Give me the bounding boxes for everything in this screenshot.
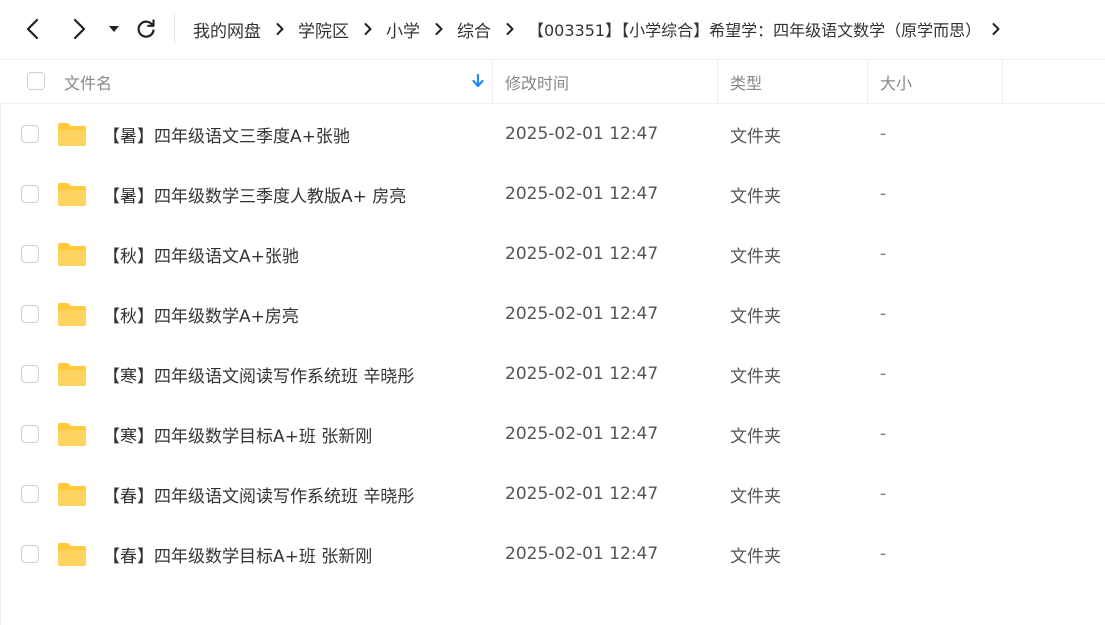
chevron-right-icon (73, 18, 86, 40)
table-row[interactable]: 【暑】四年级数学三季度人教版A+ 房亮 2025-02-01 12:47 文件夹… (0, 164, 1105, 224)
row-checkbox[interactable] (21, 305, 39, 323)
folder-icon (58, 243, 86, 266)
modified-time: 2025-02-01 12:47 (505, 544, 659, 564)
modified-time: 2025-02-01 12:47 (505, 124, 659, 144)
table-row[interactable]: 【寒】四年级数学目标A+班 张新刚 2025-02-01 12:47 文件夹 - (0, 404, 1105, 464)
modified-time: 2025-02-01 12:47 (505, 364, 659, 384)
breadcrumb-current-folder[interactable]: 【003351】【小学综合】希望学：四年级语文数学（原学而思） (528, 17, 981, 41)
column-divider[interactable] (867, 60, 868, 103)
column-divider[interactable] (1002, 60, 1003, 103)
file-name[interactable]: 【暑】四年级语文三季度A+张驰 (103, 104, 350, 164)
chevron-left-icon (26, 18, 39, 40)
column-header-name[interactable]: 文件名 (64, 60, 112, 103)
row-checkbox[interactable] (21, 545, 39, 563)
file-name[interactable]: 【春】四年级语文阅读写作系统班 辛晓彤 (103, 464, 414, 524)
file-size: - (880, 244, 887, 264)
chevron-right-icon (981, 22, 1011, 36)
file-name[interactable]: 【秋】四年级数学A+房亮 (103, 284, 299, 344)
navigation-bar: 我的网盘 学院区 小学 综合 【003351】【小学综合】希望学：四年级语文数学… (0, 0, 1105, 58)
breadcrumb-item[interactable]: 学院区 (298, 17, 349, 42)
folder-icon (58, 543, 86, 566)
column-divider[interactable] (717, 60, 718, 103)
chevron-right-icon (261, 22, 298, 36)
chevron-right-icon (349, 22, 386, 36)
chevron-right-icon (420, 22, 457, 36)
breadcrumb-item[interactable]: 综合 (457, 17, 491, 42)
row-checkbox[interactable] (21, 125, 39, 143)
column-divider[interactable] (492, 60, 493, 103)
file-size: - (880, 424, 887, 444)
file-type: 文件夹 (730, 246, 781, 267)
back-button[interactable] (18, 14, 48, 44)
modified-time: 2025-02-01 12:47 (505, 184, 659, 204)
file-size: - (880, 544, 887, 564)
breadcrumb: 我的网盘 学院区 小学 综合 【003351】【小学综合】希望学：四年级语文数学… (193, 0, 1105, 58)
row-checkbox[interactable] (21, 425, 39, 443)
folder-icon (58, 363, 86, 386)
table-row[interactable]: 【秋】四年级数学A+房亮 2025-02-01 12:47 文件夹 - (0, 284, 1105, 344)
file-name[interactable]: 【暑】四年级数学三季度人教版A+ 房亮 (103, 164, 406, 224)
table-row[interactable]: 【寒】四年级语文阅读写作系统班 辛晓彤 2025-02-01 12:47 文件夹… (0, 344, 1105, 404)
row-checkbox[interactable] (21, 185, 39, 203)
column-header-size[interactable]: 大小 (880, 60, 912, 103)
arrow-down-icon[interactable] (471, 73, 485, 89)
file-type: 文件夹 (730, 426, 781, 447)
file-type: 文件夹 (730, 186, 781, 207)
modified-time: 2025-02-01 12:47 (505, 244, 659, 264)
folder-icon (58, 483, 86, 506)
file-type: 文件夹 (730, 126, 781, 147)
file-browser: 我的网盘 学院区 小学 综合 【003351】【小学综合】希望学：四年级语文数学… (0, 0, 1105, 625)
file-name[interactable]: 【春】四年级数学目标A+班 张新刚 (103, 524, 372, 584)
modified-time: 2025-02-01 12:47 (505, 424, 659, 444)
refresh-button[interactable] (131, 14, 161, 44)
file-name[interactable]: 【秋】四年级语文A+张驰 (103, 224, 299, 284)
file-size: - (880, 184, 887, 204)
caret-down-icon (109, 26, 119, 32)
file-type: 文件夹 (730, 546, 781, 567)
breadcrumb-item[interactable]: 我的网盘 (193, 17, 261, 42)
file-type: 文件夹 (730, 366, 781, 387)
row-checkbox[interactable] (21, 485, 39, 503)
refresh-icon (137, 19, 155, 38)
column-header-type[interactable]: 类型 (730, 60, 762, 103)
row-checkbox[interactable] (21, 365, 39, 383)
folder-icon (58, 123, 86, 146)
modified-time: 2025-02-01 12:47 (505, 484, 659, 504)
column-header-modified[interactable]: 修改时间 (505, 60, 569, 103)
file-size: - (880, 304, 887, 324)
table-row[interactable]: 【春】四年级语文阅读写作系统班 辛晓彤 2025-02-01 12:47 文件夹… (0, 464, 1105, 524)
file-type: 文件夹 (730, 486, 781, 507)
file-size: - (880, 124, 887, 144)
modified-time: 2025-02-01 12:47 (505, 304, 659, 324)
table-row[interactable]: 【秋】四年级语文A+张驰 2025-02-01 12:47 文件夹 - (0, 224, 1105, 284)
forward-button[interactable] (64, 14, 94, 44)
breadcrumb-item[interactable]: 小学 (386, 17, 420, 42)
file-name[interactable]: 【寒】四年级数学目标A+班 张新刚 (103, 404, 372, 464)
folder-icon (58, 303, 86, 326)
file-type: 文件夹 (730, 306, 781, 327)
nav-divider (174, 14, 175, 44)
chevron-right-icon (491, 22, 528, 36)
file-size: - (880, 484, 887, 504)
folder-icon (58, 183, 86, 206)
file-name[interactable]: 【寒】四年级语文阅读写作系统班 辛晓彤 (103, 344, 414, 404)
folder-icon (58, 423, 86, 446)
row-checkbox[interactable] (21, 245, 39, 263)
table-row[interactable]: 【暑】四年级语文三季度A+张驰 2025-02-01 12:47 文件夹 - (0, 104, 1105, 164)
select-all-checkbox[interactable] (27, 72, 45, 90)
file-size: - (880, 364, 887, 384)
table-row[interactable]: 【春】四年级数学目标A+班 张新刚 2025-02-01 12:47 文件夹 - (0, 524, 1105, 584)
history-dropdown-button[interactable] (102, 14, 126, 44)
table-header: 文件名 修改时间 类型 大小 (0, 59, 1105, 104)
